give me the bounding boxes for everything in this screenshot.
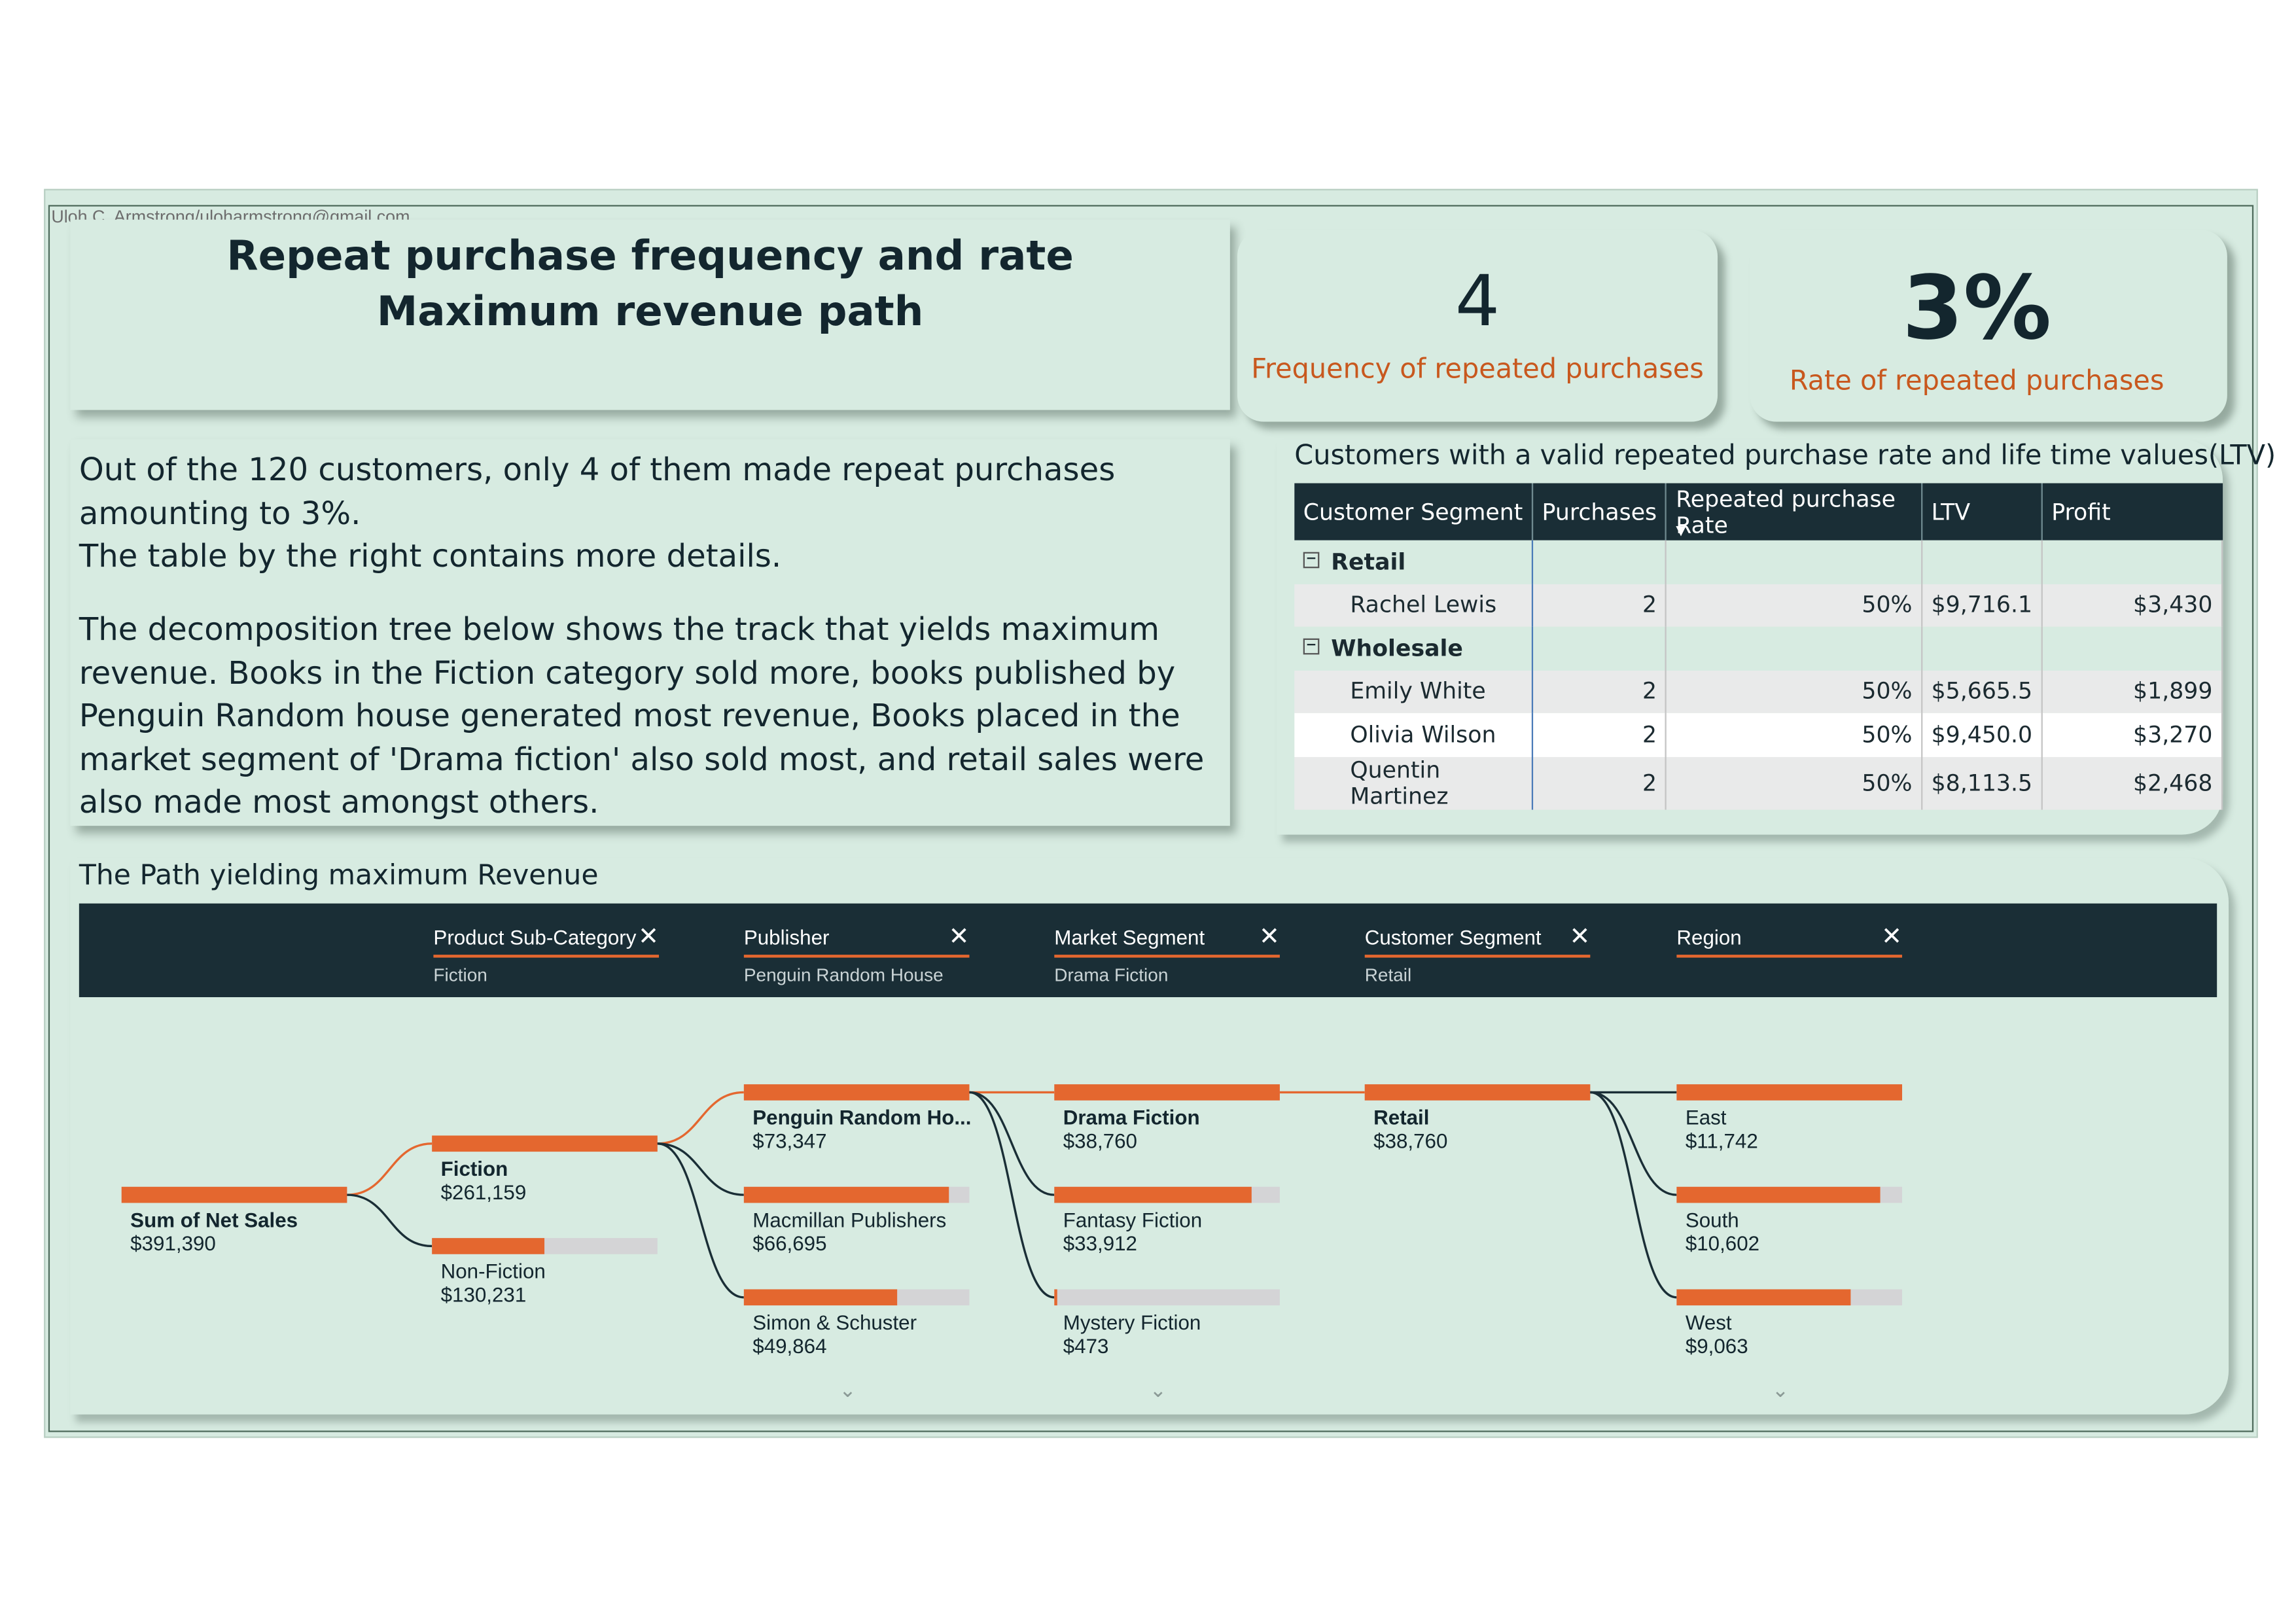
node-value: $38,760 xyxy=(1063,1129,1137,1153)
bar-fill xyxy=(743,1289,898,1306)
tree-link xyxy=(1590,1091,1677,1299)
tree-link xyxy=(1590,1091,1677,1196)
tree-node: Mystery Fiction $473 xyxy=(1063,1311,1201,1358)
node-label: Drama Fiction xyxy=(1063,1105,1200,1129)
expand-chevron-icon[interactable]: ⌄ xyxy=(839,1379,856,1403)
bar-fill xyxy=(1676,1289,1851,1306)
bar-fill xyxy=(1364,1084,1591,1101)
tree-node-bar[interactable] xyxy=(1676,1186,1903,1203)
tree-link xyxy=(657,1091,744,1145)
node-value: $10,602 xyxy=(1685,1231,1760,1255)
node-label: East xyxy=(1685,1105,1727,1129)
node-value: $73,347 xyxy=(752,1129,827,1153)
tree-node: East $11,742 xyxy=(1686,1106,1758,1153)
tree-node-bar[interactable] xyxy=(432,1238,658,1254)
bar-fill xyxy=(743,1084,970,1101)
tree-link xyxy=(657,1142,744,1299)
tree-node: Retail $38,760 xyxy=(1373,1106,1447,1153)
tree-link xyxy=(969,1091,1055,1196)
node-label: Mystery Fiction xyxy=(1063,1310,1201,1334)
tree-node: Drama Fiction $38,760 xyxy=(1063,1106,1200,1153)
tree-link xyxy=(657,1142,744,1196)
bar-fill xyxy=(1676,1084,1903,1101)
node-value: $33,912 xyxy=(1063,1231,1137,1255)
bar-fill xyxy=(121,1186,347,1203)
tree-node-bar[interactable] xyxy=(743,1084,970,1101)
node-label: Simon & Schuster xyxy=(752,1310,917,1334)
node-value: $261,159 xyxy=(440,1180,527,1204)
tree-node-root[interactable] xyxy=(121,1186,347,1203)
node-label: Macmillan Publishers xyxy=(752,1208,947,1232)
bar-fill xyxy=(1054,1289,1057,1306)
tree-node-bar[interactable] xyxy=(1364,1084,1591,1101)
node-label: Non-Fiction xyxy=(440,1259,546,1283)
bar-fill xyxy=(432,1238,545,1254)
tree-node: Fantasy Fiction $33,912 xyxy=(1063,1208,1202,1255)
tree-node-bar[interactable] xyxy=(432,1135,658,1152)
node-value: $49,864 xyxy=(752,1333,827,1358)
node-value: $66,695 xyxy=(752,1231,827,1255)
bar-fill xyxy=(432,1135,658,1152)
tree-node-root-label: Sum of Net Sales $391,390 xyxy=(130,1208,298,1255)
tree-node: Fiction $261,159 xyxy=(441,1157,527,1204)
node-label: Penguin Random Ho... xyxy=(752,1105,972,1129)
tree-node-bar[interactable] xyxy=(1676,1289,1903,1306)
tree-link xyxy=(969,1091,1055,1299)
decomposition-tree[interactable] xyxy=(0,0,2296,1624)
tree-node: South $10,602 xyxy=(1686,1208,1759,1255)
node-value: $130,231 xyxy=(440,1282,527,1307)
node-value: $473 xyxy=(1063,1333,1109,1358)
tree-node-bar[interactable] xyxy=(743,1186,970,1203)
bar-fill xyxy=(1054,1186,1252,1203)
tree-node: West $9,063 xyxy=(1686,1311,1748,1358)
tree-node: Macmillan Publishers $66,695 xyxy=(752,1208,946,1255)
tree-node: Penguin Random Ho... $73,347 xyxy=(752,1106,971,1153)
node-label: Sum of Net Sales xyxy=(130,1208,298,1232)
tree-node: Simon & Schuster $49,864 xyxy=(752,1311,917,1358)
node-label: Retail xyxy=(1373,1105,1430,1129)
node-value: $11,742 xyxy=(1685,1129,1758,1153)
node-label: Fantasy Fiction xyxy=(1063,1208,1203,1232)
tree-node-bar[interactable] xyxy=(1054,1084,1280,1101)
tree-node-bar[interactable] xyxy=(743,1289,970,1306)
node-label: South xyxy=(1685,1208,1739,1232)
tree-link xyxy=(347,1193,433,1248)
tree-node-bar[interactable] xyxy=(1054,1289,1280,1306)
expand-chevron-icon[interactable]: ⌄ xyxy=(1150,1379,1167,1403)
node-value: $9,063 xyxy=(1685,1333,1748,1358)
node-label: Fiction xyxy=(440,1156,508,1180)
node-value: $38,760 xyxy=(1373,1129,1448,1153)
tree-link xyxy=(347,1142,433,1196)
bar-fill xyxy=(743,1186,949,1203)
tree-node-bar[interactable] xyxy=(1676,1084,1903,1101)
bar-fill xyxy=(1676,1186,1881,1203)
node-value: $391,390 xyxy=(130,1231,216,1255)
tree-node-bar[interactable] xyxy=(1054,1186,1280,1203)
bar-fill xyxy=(1054,1084,1280,1101)
node-label: West xyxy=(1685,1310,1732,1334)
expand-chevron-icon[interactable]: ⌄ xyxy=(1772,1379,1789,1403)
tree-node: Non-Fiction $130,231 xyxy=(441,1260,546,1307)
bar-track xyxy=(1054,1289,1280,1306)
